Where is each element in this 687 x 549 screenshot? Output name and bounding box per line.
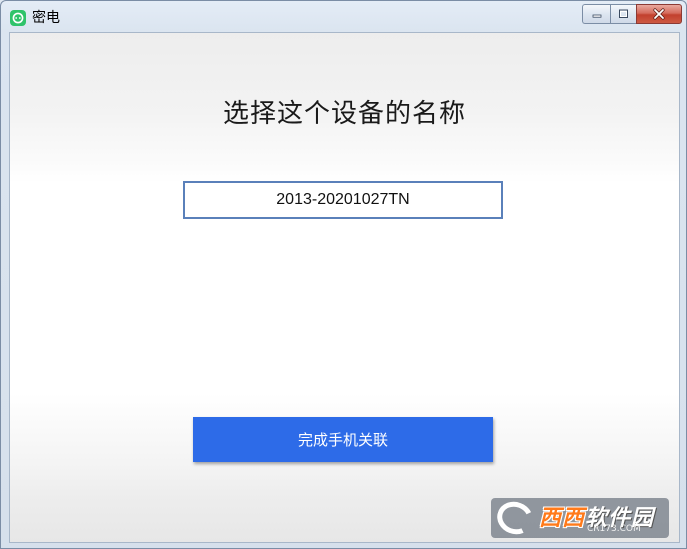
window-title: 密电: [32, 10, 60, 26]
close-button[interactable]: [636, 4, 682, 24]
watermark-subtext: CR173.COM: [587, 524, 641, 534]
maximize-button[interactable]: [610, 4, 636, 24]
watermark-logo-icon: [492, 496, 538, 540]
device-name-input[interactable]: [183, 181, 503, 219]
window-controls: [582, 4, 682, 24]
minimize-icon: [592, 14, 601, 18]
watermark-text-main: 西西: [539, 506, 586, 531]
close-icon: [653, 8, 665, 20]
complete-pairing-button[interactable]: 完成手机关联: [193, 417, 493, 462]
chat-bubble-icon: [10, 10, 26, 26]
app-window: 密电 选择这个设备的名称 完成手: [0, 0, 687, 549]
watermark: 西西软件园 CR173.COM: [491, 496, 669, 540]
content-area: 选择这个设备的名称 完成手机关联 西西软件园 CR173.COM: [9, 32, 680, 543]
title-bar[interactable]: 密电: [1, 1, 686, 31]
maximize-icon: [619, 9, 628, 18]
minimize-button[interactable]: [582, 4, 610, 24]
page-title: 选择这个设备的名称: [222, 99, 466, 129]
